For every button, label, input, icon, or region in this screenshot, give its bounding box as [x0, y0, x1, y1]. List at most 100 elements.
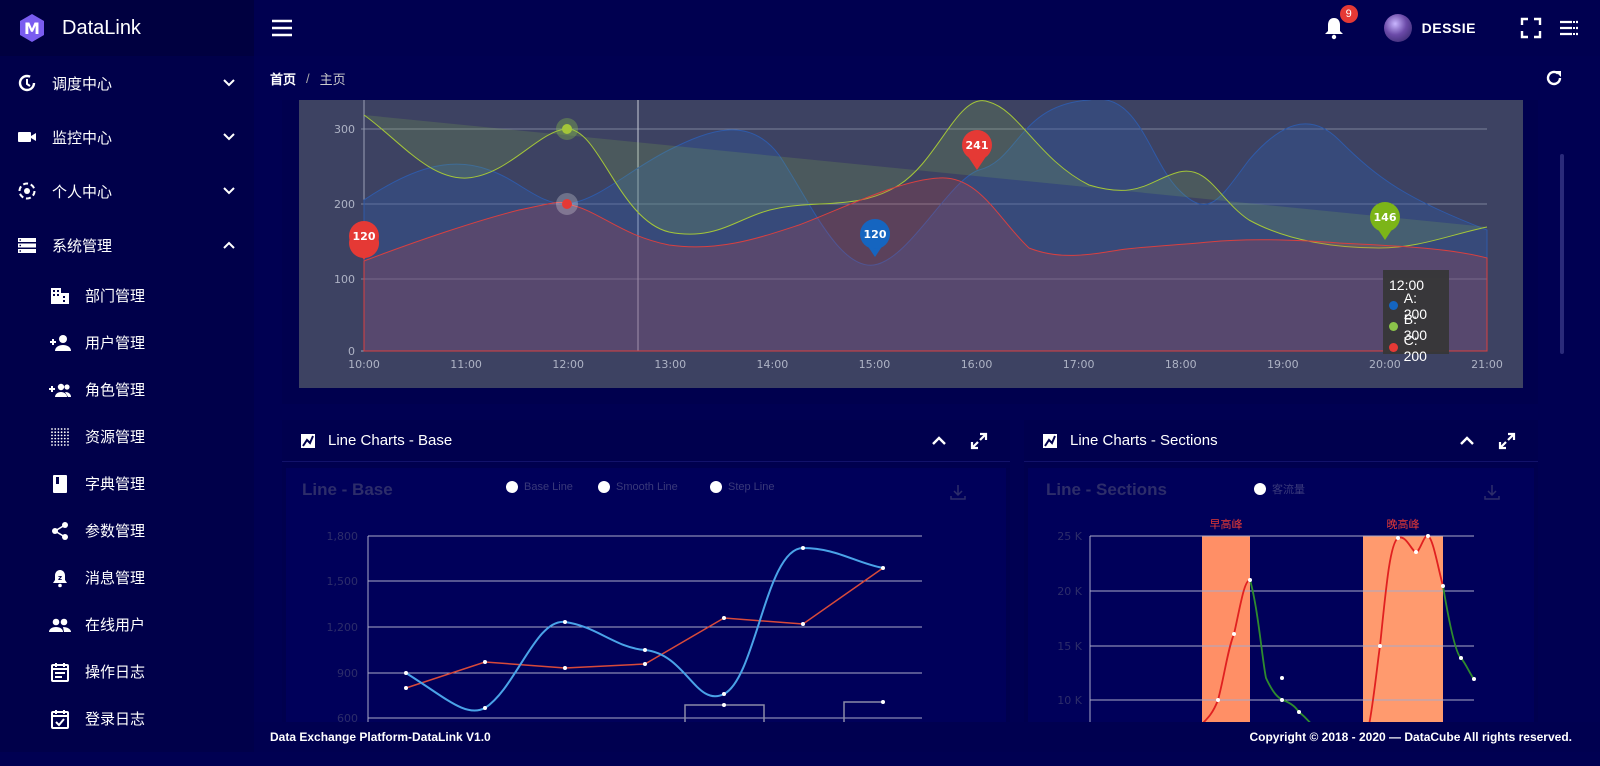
settings-menu-icon[interactable] — [1558, 17, 1580, 39]
sidebar-item-label: 消息管理 — [85, 570, 146, 587]
datalink-logo-icon: M — [20, 14, 44, 42]
x-tick: 16:00 — [961, 358, 993, 371]
chevron-down-icon — [223, 133, 235, 141]
band-label: 晚高峰 — [1387, 517, 1420, 531]
y-tick: 600 — [337, 712, 358, 722]
chevron-down-icon — [223, 79, 235, 87]
breadcrumb-home-link[interactable]: 首页 — [270, 69, 296, 88]
content-scrollbar[interactable] — [1558, 100, 1568, 722]
sidebar-item-resources[interactable]: 资源管理 — [0, 413, 254, 460]
chevron-up-icon — [223, 241, 235, 249]
y-tick: 100 — [334, 273, 355, 286]
sidebar-item-parameters[interactable]: 参数管理 — [0, 507, 254, 554]
collapse-icon[interactable] — [1458, 432, 1476, 450]
avatar[interactable] — [1383, 14, 1412, 42]
nav-group-monitoring[interactable]: 监控中心 — [0, 110, 254, 164]
collapse-icon[interactable] — [930, 432, 948, 450]
band-label: 早高峰 — [1210, 517, 1243, 531]
x-tick: 15:00 — [859, 358, 891, 371]
fullscreen-icon[interactable] — [1520, 17, 1542, 39]
bottom-strip — [0, 752, 1600, 766]
share-icon — [49, 520, 71, 542]
footer: Data Exchange Platform-DataLink V1.0 Cop… — [254, 722, 1600, 752]
scrollbar-thumb[interactable] — [1560, 154, 1564, 354]
x-tick: 13:00 — [654, 358, 686, 371]
x-tick: 17:00 — [1063, 358, 1095, 371]
brand[interactable]: M DataLink — [0, 0, 254, 56]
x-tick: 10:00 — [348, 358, 380, 371]
footer-platform-text: Data Exchange Platform-DataLink V1.0 — [270, 730, 491, 744]
y-tick: 300 — [334, 123, 355, 136]
sidebar-item-label: 登录日志 — [85, 711, 146, 728]
nav-group-label: 系统管理 — [52, 237, 113, 255]
y-tick: 200 — [334, 198, 355, 211]
breadcrumb-separator: / — [306, 70, 310, 86]
line-base-chart: Line - Base Base Line Smooth Line Step L… — [286, 468, 1006, 722]
dots-grid-icon — [49, 426, 71, 448]
card-title: Line Charts - Sections — [1070, 432, 1218, 449]
people-icon — [49, 614, 71, 636]
calendar-check-icon — [49, 708, 71, 730]
tooltip-row: C: 200 — [1389, 332, 1443, 364]
chevron-down-icon — [223, 187, 235, 195]
clock-refresh-icon — [16, 72, 38, 94]
sidebar-item-login-log[interactable]: 登录日志 — [0, 695, 254, 742]
x-tick: 21:00 — [1471, 358, 1503, 371]
footer-brand[interactable]: DataCube — [1404, 730, 1460, 744]
chart-icon — [1043, 433, 1057, 448]
breadcrumb-current: 主页 — [319, 71, 346, 87]
calendar-list-icon — [49, 661, 71, 683]
x-tick: 14:00 — [757, 358, 789, 371]
y-tick: 1,500 — [327, 575, 359, 588]
svg-text:120: 120 — [864, 228, 887, 241]
sidebar-item-online-users[interactable]: 在线用户 — [0, 601, 254, 648]
y-tick: 10 K — [1057, 694, 1082, 707]
refresh-icon[interactable] — [1544, 68, 1564, 88]
card-title: Line Charts - Base — [328, 432, 453, 449]
svg-text:120: 120 — [353, 230, 376, 243]
sidebar-item-label: 部门管理 — [85, 288, 146, 305]
sidebar-item-label: 角色管理 — [85, 382, 146, 399]
line-base-card: Line Charts - Base Line - Base Base Line… — [282, 420, 1010, 722]
add-user-icon — [49, 332, 71, 354]
book-icon — [49, 473, 71, 495]
y-tick: 1,200 — [327, 621, 359, 634]
notification-icon: z — [49, 567, 71, 589]
card-header: Line Charts - Sections — [1024, 420, 1538, 462]
line-sections-chart: Line - Sections 客流量 早高峰 晚高峰 25 K 20 K 15… — [1028, 468, 1534, 722]
breadcrumb: 首页 / 主页 — [254, 56, 1600, 100]
expand-icon[interactable] — [1498, 432, 1516, 450]
top-right-tools: 9 DESSIE — [1322, 5, 1580, 42]
y-tick: 25 K — [1057, 530, 1082, 543]
area-chart: 300 200 100 0 10:00 11:00 12:00 13:00 14:00 1… — [299, 100, 1523, 388]
main-content: 300 200 100 0 10:00 11:00 12:00 13:00 14:00 1… — [254, 100, 1558, 722]
video-camera-icon — [16, 126, 38, 148]
expand-icon[interactable] — [970, 432, 988, 450]
sidebar-item-label: 参数管理 — [85, 523, 146, 540]
nav-group-personal[interactable]: 个人中心 — [0, 164, 254, 218]
sidebar-item-users[interactable]: 用户管理 — [0, 319, 254, 366]
sidebar-item-messages[interactable]: z 消息管理 — [0, 554, 254, 601]
sidebar-item-label: 操作日志 — [85, 664, 146, 681]
area-chart-card: 300 200 100 0 10:00 11:00 12:00 13:00 14:00 1… — [282, 100, 1538, 404]
sidebar-item-label: 在线用户 — [85, 617, 146, 634]
nav-group-system[interactable]: 系统管理 — [0, 218, 254, 272]
username[interactable]: DESSIE — [1422, 20, 1476, 36]
y-tick: 20 K — [1057, 585, 1082, 598]
sidebar-item-roles[interactable]: 角色管理 — [0, 366, 254, 413]
line-sections-card: Line Charts - Sections Line - Sections 客… — [1024, 420, 1538, 722]
sidebar-item-label: 字典管理 — [85, 476, 146, 493]
menu-toggle-icon[interactable] — [270, 16, 294, 40]
sidebar-item-dictionary[interactable]: 字典管理 — [0, 460, 254, 507]
add-group-icon — [49, 379, 71, 401]
chart-icon — [301, 433, 315, 448]
nav-group-label: 个人中心 — [52, 183, 113, 201]
notifications-button[interactable]: 9 — [1322, 5, 1358, 41]
sidebar-item-department[interactable]: 部门管理 — [0, 272, 254, 319]
svg-text:241: 241 — [966, 139, 989, 152]
nav-group-scheduling[interactable]: 调度中心 — [0, 56, 254, 110]
chart-tooltip: 12:00 A: 200 B: 300 C: 200 — [1383, 270, 1449, 364]
notification-count-badge: 9 — [1339, 5, 1358, 23]
target-icon — [16, 180, 38, 202]
sidebar-item-operation-log[interactable]: 操作日志 — [0, 648, 254, 695]
